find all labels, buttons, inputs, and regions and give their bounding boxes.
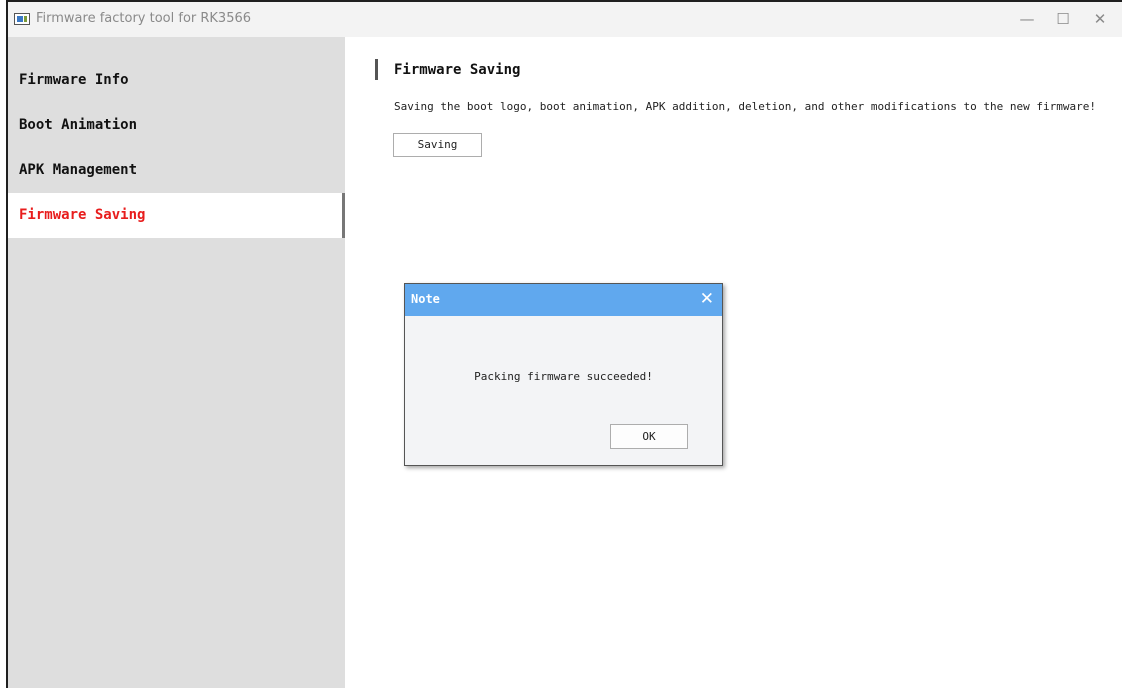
app-icon [14,13,30,25]
ok-button[interactable]: OK [610,424,688,449]
window-title: Firmware factory tool for RK3566 [36,11,252,26]
sidebar-item-boot-animation[interactable]: Boot Animation [8,103,345,148]
close-window-button[interactable]: ✕ [1083,6,1117,32]
saving-button[interactable]: Saving [393,133,482,157]
sidebar-item-apk-management[interactable]: APK Management [8,148,345,193]
dialog-title: Note [411,292,440,306]
maximize-button[interactable]: ☐ [1046,6,1080,32]
minimize-button[interactable]: — [1010,6,1044,32]
dialog-message: Packing firmware succeeded! [474,370,653,383]
sidebar: Firmware Info Boot Animation APK Managem… [8,37,345,688]
section-accent-bar [375,59,378,80]
section-title: Firmware Saving [394,62,521,78]
section-description: Saving the boot logo, boot animation, AP… [394,100,1096,113]
dialog-close-icon[interactable]: ✕ [700,289,714,309]
sidebar-item-firmware-info[interactable]: Firmware Info [8,58,345,103]
title-bar[interactable]: Firmware factory tool for RK3566 — ☐ ✕ [8,2,1122,37]
sidebar-item-firmware-saving[interactable]: Firmware Saving [8,193,345,238]
dialog-header[interactable]: Note ✕ [405,284,722,316]
note-dialog: Note ✕ Packing firmware succeeded! OK [404,283,723,466]
